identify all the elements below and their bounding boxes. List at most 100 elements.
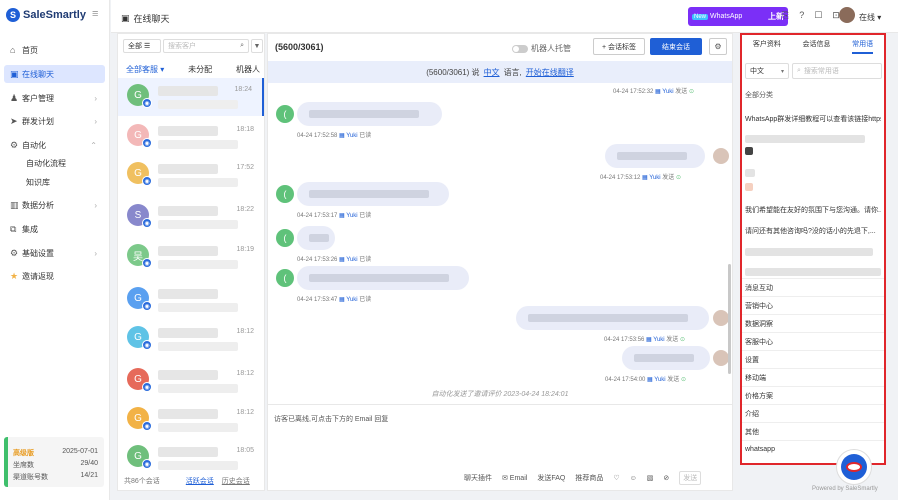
send-button[interactable]: 发送 (679, 471, 702, 485)
tab-session-info[interactable]: 会话信息 (802, 39, 830, 54)
chevron-right-icon: › (94, 248, 97, 258)
toggle-switch[interactable] (512, 44, 528, 53)
email-button[interactable]: ✉ Email (502, 474, 527, 482)
avatar[interactable] (839, 7, 855, 23)
agent-name: ▦ Yuki (339, 297, 358, 303)
category-item[interactable]: 移动端 (742, 368, 884, 386)
nav-settings[interactable]: ⚙ 基础设置 › (4, 244, 105, 262)
conversation-item[interactable]: G ◉ 18:12 (118, 320, 264, 358)
logo[interactable]: S SaleSmartly (6, 8, 86, 22)
nav-integration[interactable]: ⧉ 集成 (4, 220, 105, 238)
nav-customers[interactable]: ♟ 客户管理 › (4, 89, 105, 107)
avatar: G ◉ (127, 287, 152, 311)
chat-plugin-button[interactable]: 聊天插件 (464, 473, 492, 483)
conversation-item[interactable]: G ◉ 18:18 (118, 118, 264, 156)
image-icon[interactable]: ▧ (647, 474, 654, 482)
conversation-item[interactable]: 吴 ◉ 18:19 (118, 238, 264, 276)
message-time: 04-24 17:52:32 (613, 89, 654, 95)
recommend-product-button[interactable]: 推荐商品 (575, 473, 603, 483)
conversation-time: 18:24 (234, 86, 252, 93)
menu-toggle-icon[interactable]: ≡ (92, 8, 98, 20)
filter-select[interactable]: 全部 ☰ (123, 39, 161, 53)
favorite-icon[interactable]: ♡ (613, 474, 619, 482)
customer-search-input[interactable]: 搜索客户 ⌕ (163, 39, 249, 53)
message-bubble[interactable] (297, 266, 469, 290)
category-item[interactable]: 其他 (742, 422, 884, 440)
category-item[interactable]: 客服中心 (742, 332, 884, 350)
category-label: whatsapp (745, 446, 775, 453)
category-item[interactable]: 价格方案 (742, 386, 884, 404)
robot-toggle[interactable]: 机器人托管 (512, 43, 571, 54)
nav-live-chat[interactable]: ▣ 在线聊天 (4, 65, 105, 83)
conversation-item[interactable]: G ◉ 18:05 (118, 439, 264, 477)
message-bubble[interactable] (297, 102, 442, 126)
message-bubble[interactable] (297, 182, 449, 206)
conversation-item[interactable]: G ◉ 18:12 (118, 362, 264, 400)
attachment-icon[interactable]: ⊘ (663, 474, 669, 482)
emoji-icon[interactable]: ☺ (630, 475, 637, 482)
avatar-initial: G (134, 292, 142, 304)
nav-home[interactable]: ⌂ 首页 (4, 41, 105, 59)
blurred-name (158, 328, 218, 338)
category-item[interactable]: 介绍 (742, 404, 884, 422)
blurred-preview (158, 140, 238, 149)
category-item[interactable]: 消息互动 (742, 278, 884, 296)
scrollbar[interactable] (728, 264, 731, 374)
chevron-right-icon: › (94, 200, 97, 210)
message-bubble[interactable] (297, 226, 335, 250)
send-faq-button[interactable]: 发送FAQ (537, 473, 565, 483)
nav-analytics[interactable]: ▥ 数据分析 › (4, 196, 105, 214)
start-translate-link[interactable]: 开始在线翻译 (526, 67, 574, 78)
nav-knowledge-base[interactable]: 知识库 (26, 177, 50, 188)
message-bubble[interactable] (605, 144, 705, 168)
notice-mid: 语言, (503, 67, 522, 77)
support-chat-launcher[interactable] (836, 449, 872, 485)
quick-reply-item[interactable]: WhatsApp群发详细教程可以查看该链接https... (745, 114, 881, 124)
chevron-down-icon: ▾ (780, 68, 784, 75)
nav-label: 群发计划 (22, 116, 54, 126)
tab-customer-info[interactable]: 客户资料 (753, 39, 781, 54)
blurred-reply (745, 183, 753, 191)
gear-icon[interactable]: ⚙ (709, 38, 727, 55)
blurred-reply[interactable] (745, 135, 865, 143)
language-select[interactable]: 中文 ▾ (745, 63, 789, 79)
category-item[interactable]: 设置 (742, 350, 884, 368)
status-dropdown[interactable]: 在线 ▾ (859, 12, 881, 23)
active-conversations-link[interactable]: 活跃会话 (186, 476, 214, 486)
add-tag-button[interactable]: + 会话标签 (593, 38, 645, 55)
category-item[interactable]: 数据洞察 (742, 314, 884, 332)
funnel-icon[interactable]: ▼ (251, 39, 263, 53)
message-time: 04-24 17:53:56 (604, 337, 645, 343)
message-bubble[interactable] (622, 346, 710, 370)
notification-icon[interactable]: ☐ (814, 10, 822, 21)
end-conversation-button[interactable]: 结束会话 (650, 38, 702, 55)
nav-automation-flow[interactable]: 自动化流程 (26, 158, 66, 169)
category-item[interactable]: 营销中心 (742, 296, 884, 314)
quick-reply-search-input[interactable]: ⌕ 搜索常用语 (792, 63, 882, 79)
whatsapp-promo-button[interactable]: New WhatsApp 上新 (688, 7, 788, 26)
message-bubble[interactable] (516, 306, 709, 330)
nav-broadcast[interactable]: ➤ 群发计划 › (4, 112, 105, 130)
copy-icon[interactable]: ⎘ (782, 10, 789, 21)
blurred-reply[interactable] (745, 248, 873, 256)
notice-lang-link[interactable]: 中文 (484, 67, 500, 78)
conversation-item[interactable]: G ◉ 18:12 (118, 401, 264, 439)
conversation-item[interactable]: G ◉ (118, 281, 264, 319)
agent-name-text: Yuki (662, 89, 674, 95)
blurred-reply[interactable] (745, 169, 755, 177)
conversation-time: 17:52 (236, 164, 254, 171)
conversation-item[interactable]: S ◉ 18:22 (118, 198, 264, 236)
quick-reply-item[interactable]: 我们希望能在友好的氛围下与您沟通。请你... (745, 205, 881, 215)
settings-icon: ⚙ (10, 247, 19, 258)
message-input[interactable]: 访客已离线,可点击下方的 Email 回复 聊天插件 ✉ Email 发送FAQ… (268, 404, 732, 490)
conversation-item[interactable]: G ◉ 18:24 (118, 78, 264, 116)
tab-quick-replies[interactable]: 常用语 (852, 39, 874, 54)
nav-automation[interactable]: ⚙ 自动化 ⌃ (4, 136, 105, 154)
help-icon[interactable]: ? (799, 10, 804, 21)
history-conversations-link[interactable]: 历史会话 (222, 476, 250, 486)
quick-reply-item[interactable]: 请问还有其他咨询吗?没的话小的先退下,... (745, 226, 881, 236)
blurred-reply[interactable] (745, 268, 881, 276)
category-heading[interactable]: 全部分类 (745, 90, 773, 100)
conversation-item[interactable]: G ◉ 17:52 (118, 156, 264, 194)
nav-referral[interactable]: ★ 邀请返现 (4, 267, 105, 285)
